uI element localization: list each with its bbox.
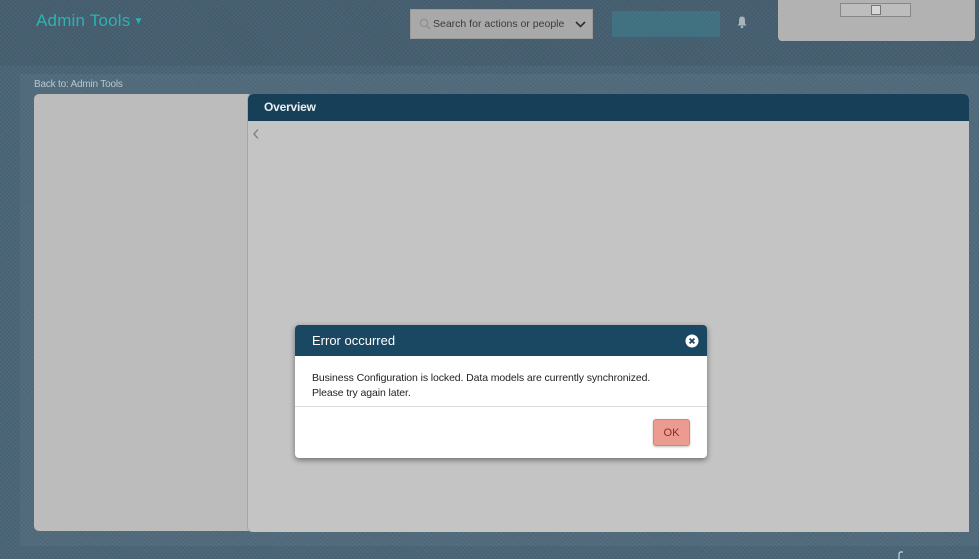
search-icon (419, 18, 431, 30)
error-dialog: Error occurred Business Configuration is… (295, 325, 707, 458)
user-profile-box[interactable] (778, 0, 975, 41)
left-navigation-panel (34, 94, 249, 531)
top-header: Admin Tools ▼ (0, 0, 979, 66)
dialog-title: Error occurred (312, 333, 396, 348)
back-to-admin-tools-link[interactable]: Back to: Admin Tools (34, 79, 123, 90)
search-input[interactable] (433, 10, 571, 38)
overview-panel: Overview (248, 94, 969, 532)
footer-icon (898, 551, 903, 559)
ok-button[interactable]: OK (653, 419, 690, 446)
hidden-action-button[interactable] (612, 11, 720, 37)
dialog-message: Business Configuration is locked. Data m… (295, 356, 707, 400)
dialog-divider (295, 406, 707, 407)
close-icon[interactable] (685, 334, 699, 348)
search-dropdown-toggle[interactable] (568, 10, 592, 38)
caret-down-icon: ▼ (133, 16, 144, 27)
bell-icon[interactable] (736, 15, 748, 29)
dialog-message-line-1: Business Configuration is locked. Data m… (312, 372, 651, 384)
chevron-left-icon[interactable] (252, 128, 260, 140)
dialog-header: Error occurred (295, 325, 707, 356)
chevron-down-icon (574, 20, 586, 28)
panel-title: Overview (248, 94, 969, 121)
broken-image-icon (871, 5, 881, 15)
dialog-message-line-2: Please try again later. (312, 387, 411, 399)
brand-label: Admin Tools (36, 11, 131, 30)
search-box[interactable] (410, 9, 593, 39)
admin-tools-menu[interactable]: Admin Tools ▼ (36, 11, 144, 31)
profile-image (840, 3, 911, 17)
